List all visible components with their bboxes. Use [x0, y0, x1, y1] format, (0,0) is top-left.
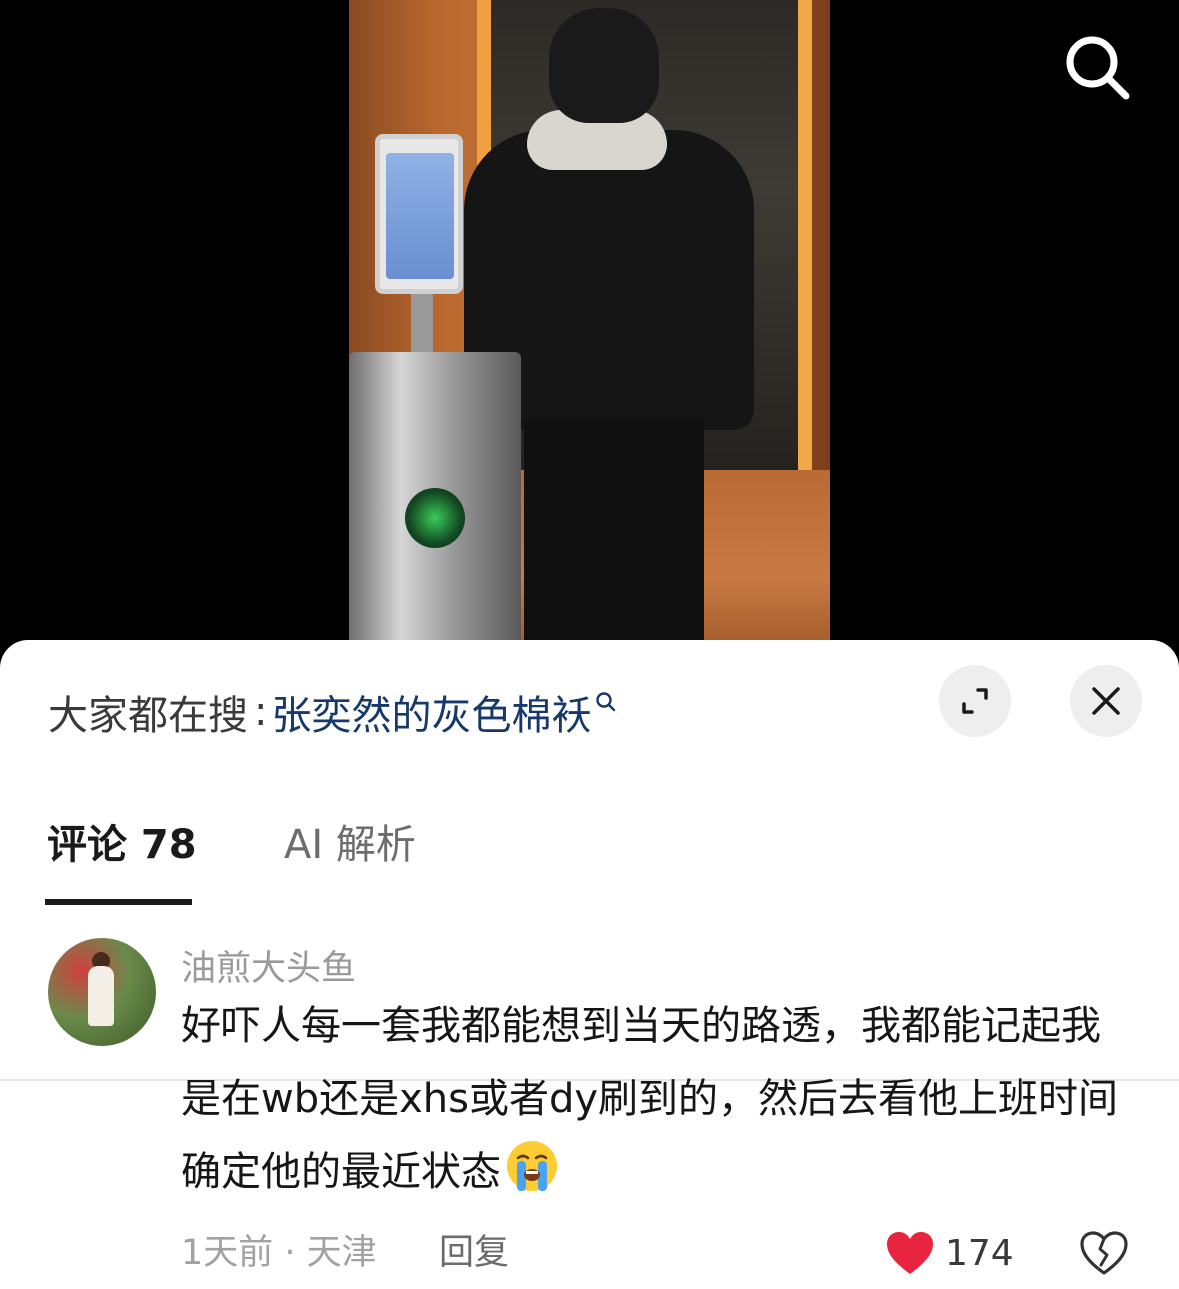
close-icon	[1092, 687, 1120, 715]
tab-comments[interactable]: 评论 78	[47, 815, 197, 875]
trending-search-colon: :	[254, 689, 268, 735]
dislike-button[interactable]	[1078, 1228, 1130, 1278]
comment-body: 好吓人每一套我都能想到当天的路透，我都能记起我是在wb还是xhs或者dy刷到的，…	[181, 1003, 1119, 1195]
video-gate-light	[405, 488, 465, 548]
comment-username[interactable]: 油煎大头鱼	[181, 940, 356, 991]
close-button[interactable]	[1070, 665, 1142, 737]
broken-heart-icon	[1080, 1231, 1128, 1275]
comment-item: 油煎大头鱼 好吓人每一套我都能想到当天的路透，我都能记起我是在wb还是xhs或者…	[0, 930, 1179, 1289]
trending-search-prefix: 大家都在搜	[48, 693, 248, 739]
loudly-crying-face-icon	[507, 1141, 557, 1191]
tab-bar: 评论 78 AI 解析	[0, 815, 1179, 1081]
trending-search-term[interactable]: 张奕然的灰色棉袄	[271, 683, 591, 741]
search-icon	[596, 692, 616, 712]
comment-time-location: 1天前 · 天津	[181, 1233, 377, 1273]
comment-meta: 1天前 · 天津 回复	[181, 1228, 509, 1278]
search-icon	[1066, 36, 1130, 100]
heart-icon	[887, 1232, 933, 1274]
video-gate-screen	[375, 134, 463, 294]
active-tab-indicator	[45, 899, 192, 905]
avatar[interactable]	[48, 938, 156, 1046]
trending-search[interactable]: 大家都在搜 : 张奕然的灰色棉袄	[48, 682, 617, 742]
expand-button[interactable]	[939, 665, 1011, 737]
search-button[interactable]	[1060, 30, 1134, 104]
video-person-legs	[524, 420, 704, 650]
video-frame	[349, 0, 830, 650]
video-person-head	[549, 8, 659, 123]
reply-button[interactable]: 回复	[439, 1228, 509, 1278]
comment-text: 好吓人每一套我都能想到当天的路透，我都能记起我是在wb还是xhs或者dy刷到的，…	[181, 990, 1131, 1209]
like-count: 174	[945, 1232, 1014, 1274]
expand-icon	[962, 688, 988, 714]
video-player[interactable]	[0, 0, 1179, 650]
video-gate-pole	[411, 294, 433, 354]
tab-ai-analysis[interactable]: AI 解析	[284, 815, 416, 875]
like-button[interactable]: 174	[885, 1228, 1014, 1278]
comment-sheet: 大家都在搜 : 张奕然的灰色棉袄 评论 78 AI 解析 油煎大头鱼 好吓人每一	[0, 640, 1179, 1289]
